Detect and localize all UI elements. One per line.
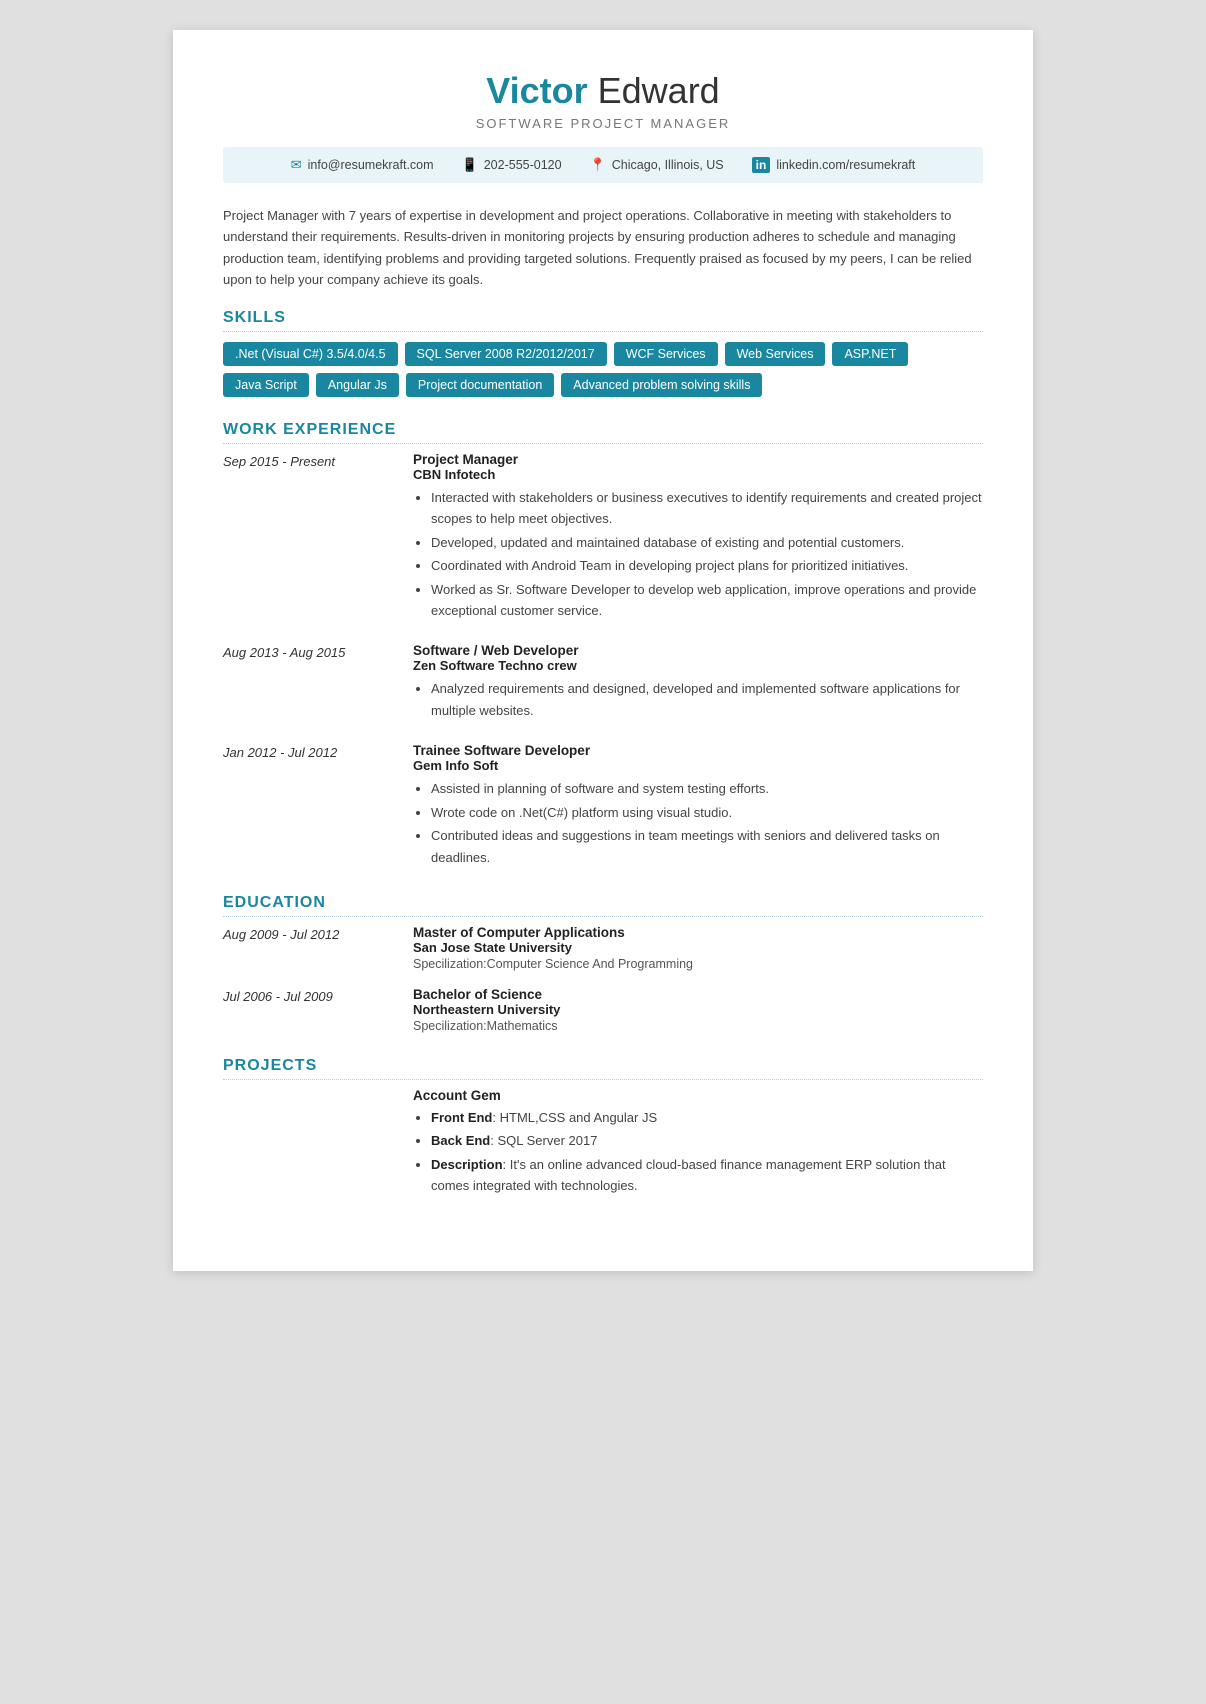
skill-tag: Project documentation xyxy=(406,373,554,397)
work-company: Gem Info Soft xyxy=(413,758,983,773)
location-icon: 📍 xyxy=(590,157,606,173)
project-bullet-label: Front End xyxy=(431,1110,492,1125)
projects-title: PROJECTS xyxy=(223,1057,983,1080)
work-bullet: Developed, updated and maintained databa… xyxy=(431,532,983,553)
work-company: Zen Software Techno crew xyxy=(413,658,983,673)
email-icon: ✉ xyxy=(291,157,302,173)
project-name: Account Gem xyxy=(413,1088,983,1103)
edu-specialization: Specilization:Computer Science And Progr… xyxy=(413,957,983,971)
first-name: Victor xyxy=(486,70,587,111)
education-title: EDUCATION xyxy=(223,894,983,917)
edu-date: Aug 2009 - Jul 2012 xyxy=(223,925,413,971)
contact-bar: ✉ info@resumekraft.com 📱 202-555-0120 📍 … xyxy=(223,147,983,183)
project-bullets-list: Front End: HTML,CSS and Angular JSBack E… xyxy=(413,1107,983,1197)
education-section: EDUCATION Aug 2009 - Jul 2012 Master of … xyxy=(223,894,983,1033)
work-title: Software / Web Developer xyxy=(413,643,983,658)
skill-tag: Web Services xyxy=(725,342,826,366)
work-bullet: Coordinated with Android Team in develop… xyxy=(431,555,983,576)
professional-summary: Project Manager with 7 years of expertis… xyxy=(223,205,983,291)
edu-content: Bachelor of Science Northeastern Univers… xyxy=(413,987,983,1033)
education-entry: Jul 2006 - Jul 2009 Bachelor of Science … xyxy=(223,987,983,1033)
project-bullet: Description: It's an online advanced clo… xyxy=(431,1154,983,1197)
project-bullet-label: Back End xyxy=(431,1133,490,1148)
edu-specialization: Specilization:Mathematics xyxy=(413,1019,983,1033)
projects-section: PROJECTS Account Gem Front End: HTML,CSS… xyxy=(223,1057,983,1197)
work-company: CBN Infotech xyxy=(413,467,983,482)
work-bullets-list: Analyzed requirements and designed, deve… xyxy=(413,678,983,721)
work-content: Project Manager CBN Infotech Interacted … xyxy=(413,452,983,624)
work-content: Software / Web Developer Zen Software Te… xyxy=(413,643,983,723)
email-contact: ✉ info@resumekraft.com xyxy=(291,157,434,173)
linkedin-contact: in linkedin.com/resumekraft xyxy=(752,157,916,173)
project-bullet: Front End: HTML,CSS and Angular JS xyxy=(431,1107,983,1128)
work-bullet: Analyzed requirements and designed, deve… xyxy=(431,678,983,721)
skill-tag: .Net (Visual C#) 3.5/4.0/4.5 xyxy=(223,342,398,366)
skill-tag: WCF Services xyxy=(614,342,718,366)
skills-tags-container: .Net (Visual C#) 3.5/4.0/4.5 SQL Server 2… xyxy=(223,342,983,397)
resume-header: Victor Edward SOFTWARE PROJECT MANAGER ✉… xyxy=(223,70,983,183)
work-title: Project Manager xyxy=(413,452,983,467)
candidate-name: Victor Edward xyxy=(223,70,983,112)
edu-degree: Bachelor of Science xyxy=(413,987,983,1002)
phone-icon: 📱 xyxy=(462,157,478,173)
location-contact: 📍 Chicago, Illinois, US xyxy=(590,157,724,173)
work-bullets-list: Assisted in planning of software and sys… xyxy=(413,778,983,868)
work-entry: Jan 2012 - Jul 2012 Trainee Software Dev… xyxy=(223,743,983,870)
work-date: Sep 2015 - Present xyxy=(223,452,413,624)
last-name: Edward xyxy=(588,70,720,111)
skill-tag: ASP.NET xyxy=(832,342,908,366)
edu-date: Jul 2006 - Jul 2009 xyxy=(223,987,413,1033)
work-experience-section: WORK EXPERIENCE Sep 2015 - Present Proje… xyxy=(223,421,983,870)
work-bullet: Interacted with stakeholders or business… xyxy=(431,487,983,530)
skills-section: SKILLS .Net (Visual C#) 3.5/4.0/4.5 SQL S… xyxy=(223,309,983,397)
skill-tag: Angular Js xyxy=(316,373,399,397)
linkedin-text: linkedin.com/resumekraft xyxy=(776,158,915,172)
work-experience-title: WORK EXPERIENCE xyxy=(223,421,983,444)
work-entry: Sep 2015 - Present Project Manager CBN I… xyxy=(223,452,983,624)
edu-degree: Master of Computer Applications xyxy=(413,925,983,940)
linkedin-icon: in xyxy=(752,157,771,173)
skill-tag: Java Script xyxy=(223,373,309,397)
project-bullet: Back End: SQL Server 2017 xyxy=(431,1130,983,1151)
work-bullet: Assisted in planning of software and sys… xyxy=(431,778,983,799)
work-bullet: Wrote code on .Net(C#) platform using vi… xyxy=(431,802,983,823)
project-bullet-label: Description xyxy=(431,1157,503,1172)
work-bullet: Worked as Sr. Software Developer to deve… xyxy=(431,579,983,622)
job-title: SOFTWARE PROJECT MANAGER xyxy=(223,116,983,131)
work-title: Trainee Software Developer xyxy=(413,743,983,758)
edu-school: San Jose State University xyxy=(413,940,983,955)
skill-tag: SQL Server 2008 R2/2012/2017 xyxy=(405,342,607,366)
phone-text: 202-555-0120 xyxy=(484,158,562,172)
skills-section-title: SKILLS xyxy=(223,309,983,332)
work-bullet: Contributed ideas and suggestions in tea… xyxy=(431,825,983,868)
phone-contact: 📱 202-555-0120 xyxy=(462,157,562,173)
work-content: Trainee Software Developer Gem Info Soft… xyxy=(413,743,983,870)
work-entry: Aug 2013 - Aug 2015 Software / Web Devel… xyxy=(223,643,983,723)
resume-document: Victor Edward SOFTWARE PROJECT MANAGER ✉… xyxy=(173,30,1033,1271)
project-entry: Account Gem Front End: HTML,CSS and Angu… xyxy=(413,1088,983,1197)
email-text: info@resumekraft.com xyxy=(308,158,434,172)
edu-content: Master of Computer Applications San Jose… xyxy=(413,925,983,971)
education-entry: Aug 2009 - Jul 2012 Master of Computer A… xyxy=(223,925,983,971)
location-text: Chicago, Illinois, US xyxy=(612,158,724,172)
skill-tag: Advanced problem solving skills xyxy=(561,373,762,397)
work-date: Jan 2012 - Jul 2012 xyxy=(223,743,413,870)
edu-school: Northeastern University xyxy=(413,1002,983,1017)
work-bullets-list: Interacted with stakeholders or business… xyxy=(413,487,983,622)
work-date: Aug 2013 - Aug 2015 xyxy=(223,643,413,723)
